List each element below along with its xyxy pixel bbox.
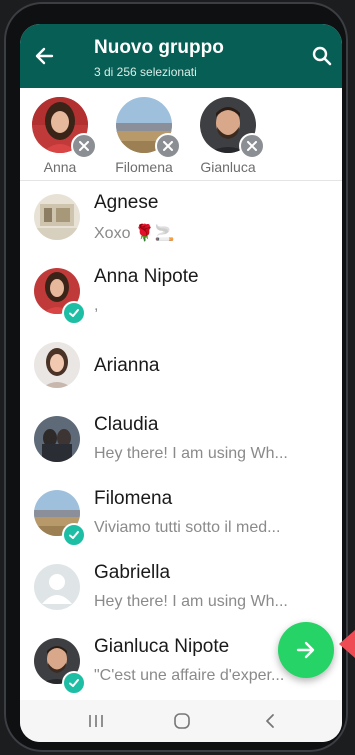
contact-row-anna-nipote[interactable]: Anna Nipote , — [20, 255, 342, 329]
chip-name: Anna — [43, 159, 77, 175]
system-nav-bar — [20, 700, 342, 742]
selected-check-icon — [62, 671, 86, 695]
close-icon — [163, 141, 173, 151]
default-avatar-icon — [34, 564, 80, 610]
remove-gianluca-button[interactable] — [239, 133, 265, 159]
contact-status: Viviamo tutti sotto il med... — [94, 519, 281, 536]
search-button[interactable] — [308, 42, 336, 70]
app-header: Nuovo gruppo 3 di 256 selezionati — [20, 24, 342, 88]
arrow-right-icon — [296, 641, 315, 659]
remove-filomena-button[interactable] — [155, 133, 181, 159]
avatar — [34, 342, 80, 388]
arrow-left-icon — [35, 47, 54, 65]
page-title: Nuovo gruppo — [94, 37, 224, 58]
chip-name: Filomena — [115, 159, 173, 175]
selected-participants: Anna Filomena Gianluca — [20, 88, 342, 181]
contact-status: Hey there! I am using Wh... — [94, 593, 288, 610]
avatar — [34, 194, 80, 240]
contact-name: Gabriella — [94, 562, 171, 583]
avatar — [34, 416, 80, 462]
home-button[interactable] — [168, 708, 196, 734]
contact-row-gabriella[interactable]: Gabriella Hey there! I am using Wh... — [20, 551, 342, 625]
chevron-left-icon — [266, 714, 274, 728]
contact-name: Arianna — [94, 355, 160, 376]
search-icon — [312, 46, 332, 66]
contact-row-arianna[interactable]: Arianna — [20, 329, 342, 403]
phone-frame: Nuovo gruppo 3 di 256 selezionati Anna F… — [4, 2, 348, 752]
selected-check-icon — [62, 301, 86, 325]
selected-chip-anna[interactable]: Anna — [20, 93, 100, 177]
pointer-arrow-icon — [339, 630, 355, 658]
contact-name: Anna Nipote — [94, 266, 199, 287]
selected-chip-filomena[interactable]: Filomena — [104, 93, 184, 177]
contact-name: Claudia — [94, 414, 159, 435]
recent-apps-icon — [89, 715, 103, 727]
close-icon — [247, 141, 257, 151]
contact-row-filomena[interactable]: Filomena Viviamo tutti sotto il med... — [20, 477, 342, 551]
recent-apps-button[interactable] — [82, 708, 110, 734]
selection-count: 3 di 256 selezionati — [94, 65, 197, 79]
next-button[interactable] — [278, 622, 334, 678]
contact-name: Agnese — [94, 192, 159, 213]
back-button[interactable] — [30, 42, 58, 70]
contact-status: Xoxo 🌹🚬 — [94, 225, 175, 242]
contact-status: , — [94, 297, 99, 314]
home-icon — [174, 713, 190, 729]
contact-status: Hey there! I am using Wh... — [94, 445, 288, 462]
contact-name: Gianluca Nipote — [94, 636, 230, 657]
selected-check-icon — [62, 523, 86, 547]
contact-name: Filomena — [94, 488, 173, 509]
remove-anna-button[interactable] — [71, 133, 97, 159]
chip-name: Gianluca — [200, 159, 256, 175]
contact-list: Agnese Xoxo 🌹🚬 Anna Nipote , Arianna Cla… — [20, 181, 342, 697]
contact-row-claudia[interactable]: Claudia Hey there! I am using Wh... — [20, 403, 342, 477]
screen: Nuovo gruppo 3 di 256 selezionati Anna F… — [20, 24, 342, 742]
back-nav-button[interactable] — [256, 708, 284, 734]
selected-chip-gianluca[interactable]: Gianluca — [188, 93, 268, 177]
contact-row-agnese[interactable]: Agnese Xoxo 🌹🚬 — [20, 181, 342, 255]
close-icon — [79, 141, 89, 151]
